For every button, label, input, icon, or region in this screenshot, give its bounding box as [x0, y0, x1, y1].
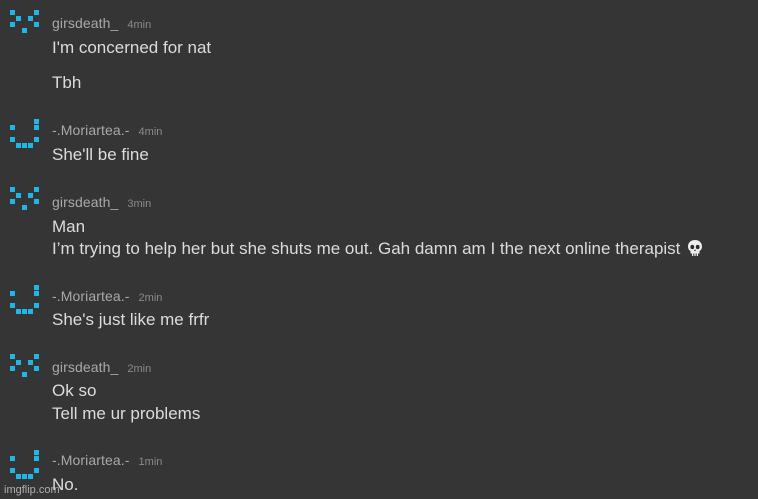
pixel-smile-face-icon[interactable]	[10, 285, 42, 317]
timestamp: 1min	[138, 456, 163, 468]
timestamp: 3min	[127, 198, 152, 210]
message-header: -.Moriartea.- 1min	[52, 452, 162, 468]
message-header: girsdeath_ 2min	[52, 359, 151, 375]
message-text: I’m trying to help her but she shuts me …	[52, 239, 681, 258]
message-text: Man	[52, 217, 86, 236]
username[interactable]: -.Moriartea.-	[52, 452, 130, 468]
username[interactable]: -.Moriartea.-	[52, 122, 130, 138]
chat-log: girsdeath_ 4min I'm concerned for nat Tbh…	[0, 0, 758, 499]
message-text: I'm concerned for nat	[52, 38, 212, 57]
message-text: She's just like me frfr	[52, 310, 210, 329]
pixel-x-face-icon[interactable]	[10, 354, 42, 386]
message-header: girsdeath_ 4min	[52, 15, 151, 31]
timestamp: 4min	[127, 19, 152, 31]
pixel-smile-face-icon[interactable]	[10, 119, 42, 151]
username[interactable]: -.Moriartea.-	[52, 288, 130, 304]
username[interactable]: girsdeath_	[52, 194, 118, 210]
pixel-x-face-icon[interactable]	[10, 10, 42, 42]
skull-icon	[686, 239, 704, 262]
message-header: -.Moriartea.- 2min	[52, 288, 162, 304]
message-text: Ok so	[52, 381, 97, 400]
pixel-smile-face-icon[interactable]	[10, 450, 42, 482]
watermark: imgflip.com	[4, 484, 60, 496]
pixel-x-face-icon[interactable]	[10, 187, 42, 219]
timestamp: 4min	[138, 126, 163, 138]
username[interactable]: girsdeath_	[52, 15, 118, 31]
timestamp: 2min	[138, 292, 163, 304]
message-header: girsdeath_ 3min	[52, 194, 151, 210]
message-line: I’m trying to help her but she shuts me …	[52, 239, 704, 262]
message-text: She'll be fine	[52, 145, 149, 164]
username[interactable]: girsdeath_	[52, 359, 118, 375]
timestamp: 2min	[127, 363, 152, 375]
message-text: Tell me ur problems	[52, 404, 201, 423]
message-text: Tbh	[52, 73, 82, 92]
message-header: -.Moriartea.- 4min	[52, 122, 162, 138]
